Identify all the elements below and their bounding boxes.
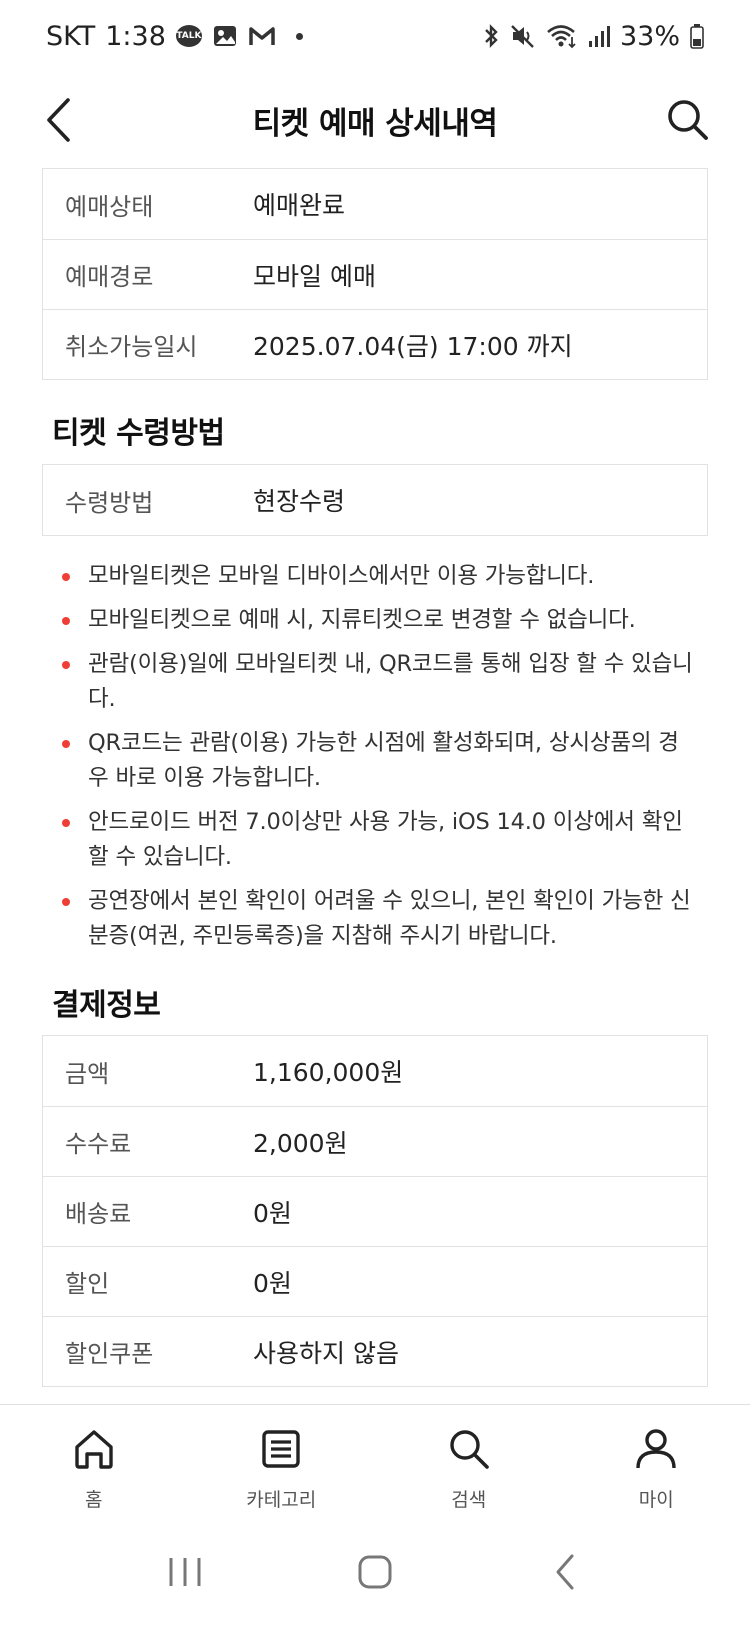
row-value: 모바일 예매 (253, 261, 376, 291)
notice-item: 공연장에서 본인 확인이 어려울 수 있으니, 본인 확인이 가능한 신분증(여… (58, 884, 698, 954)
table-row: 금액 1,160,000원 (43, 1036, 707, 1106)
back-chevron-icon (556, 1554, 574, 1589)
row-label: 수령방법 (65, 488, 154, 517)
table-row: 수수료 2,000원 (43, 1106, 707, 1176)
ticket-receipt-title: 티켓 수령방법 (52, 416, 225, 451)
row-label: 수수료 (65, 1130, 132, 1158)
nav-search[interactable]: 검색 (375, 1405, 563, 1518)
payment-info-table: 금액 1,160,000원 수수료 2,000원 배송료 0원 할인 0원 할인… (42, 1035, 708, 1387)
search-icon (445, 1425, 493, 1473)
notice-item: 안드로이드 버전 7.0이상만 사용 가능, iOS 14.0 이상에서 확인 … (58, 805, 698, 875)
status-bar: SKT 1:38 TALK 33% (0, 0, 750, 72)
table-row: 할인 0원 (43, 1246, 707, 1316)
battery-icon (690, 23, 704, 49)
nav-label: 검색 (451, 1489, 487, 1511)
row-value: 1,160,000원 (253, 1058, 404, 1087)
notice-item: 관람(이용)일에 모바일티켓 내, QR코드를 통해 입장 할 수 있습니다. (58, 647, 698, 717)
person-icon (632, 1425, 680, 1473)
nav-label: 마이 (638, 1489, 674, 1511)
row-label: 금액 (65, 1059, 110, 1088)
notice-item: QR코드는 관람(이용) 가능한 시점에 활성화되며, 상시상품의 경우 바로 … (58, 726, 698, 796)
carrier-label: SKT (46, 20, 96, 52)
row-label: 취소가능일시 (65, 333, 198, 361)
gmail-icon (248, 25, 276, 47)
bottom-nav: 홈 카테고리 검색 마이 (0, 1404, 750, 1518)
app-header: 티켓 예매 상세내역 (0, 72, 750, 168)
row-value: 0원 (253, 1198, 292, 1228)
back-system-button[interactable] (535, 1547, 595, 1597)
table-row: 취소가능일시 2025.07.04(금) 17:00 까지 (43, 309, 707, 379)
row-value: 사용하지 않음 (253, 1338, 399, 1368)
row-label: 할인 (65, 1270, 110, 1298)
recent-apps-button[interactable] (155, 1547, 215, 1597)
payment-info-title: 결제정보 (52, 988, 161, 1023)
home-icon (70, 1425, 118, 1473)
more-notifications-icon (295, 32, 303, 40)
nav-label: 홈 (85, 1489, 103, 1511)
search-icon (668, 100, 708, 140)
receipt-method-table: 수령방법 현장수령 (42, 464, 708, 536)
home-system-button[interactable] (345, 1547, 405, 1597)
table-row: 할인쿠폰 사용하지 않음 (43, 1316, 707, 1386)
nav-category[interactable]: 카테고리 (188, 1405, 376, 1518)
table-row: 배송료 0원 (43, 1176, 707, 1246)
gallery-icon (212, 24, 238, 48)
clock: 1:38 (105, 20, 166, 52)
nav-home[interactable]: 홈 (0, 1405, 188, 1518)
row-label: 예매경로 (65, 263, 154, 291)
back-button[interactable] (30, 90, 86, 150)
bluetooth-icon (482, 23, 500, 49)
reservation-info-table: 예매상태 예매완료 예매경로 모바일 예매 취소가능일시 2025.07.04(… (42, 168, 708, 380)
row-value: 예매완료 (253, 191, 346, 220)
system-nav-bar (0, 1518, 750, 1625)
page-title: 티켓 예매 상세내역 (252, 105, 498, 142)
table-row: 수령방법 현장수령 (43, 465, 707, 535)
row-label: 배송료 (65, 1200, 132, 1228)
row-value: 0원 (253, 1268, 292, 1298)
nav-my[interactable]: 마이 (563, 1405, 750, 1518)
battery-percent: 33% (619, 20, 680, 52)
row-label: 예매상태 (65, 192, 154, 221)
row-value: 2025.07.04(금) 17:00 까지 (253, 331, 573, 361)
mute-icon (510, 23, 536, 49)
row-value: 2,000원 (253, 1128, 348, 1158)
notice-list: 모바일티켓은 모바일 디바이스에서만 이용 가능합니다. 모바일티켓으로 예매 … (58, 559, 698, 963)
home-circle-icon (358, 1555, 392, 1588)
row-label: 할인쿠폰 (65, 1340, 154, 1368)
content-area[interactable]: 예매상태 예매완료 예매경로 모바일 예매 취소가능일시 2025.07.04(… (0, 168, 750, 1404)
recent-apps-icon (169, 1557, 201, 1586)
row-value: 현장수령 (253, 487, 346, 516)
table-row: 예매경로 모바일 예매 (43, 239, 707, 309)
search-button[interactable] (658, 90, 718, 150)
category-icon (257, 1425, 305, 1473)
nav-label: 카테고리 (246, 1489, 317, 1511)
wifi-icon (546, 23, 578, 49)
table-row: 예매상태 예매완료 (43, 169, 707, 239)
notice-item: 모바일티켓으로 예매 시, 지류티켓으로 변경할 수 없습니다. (58, 603, 698, 638)
signal-icon (588, 24, 610, 48)
notice-item: 모바일티켓은 모바일 디바이스에서만 이용 가능합니다. (58, 559, 698, 594)
kakaotalk-icon: TALK (175, 25, 202, 47)
